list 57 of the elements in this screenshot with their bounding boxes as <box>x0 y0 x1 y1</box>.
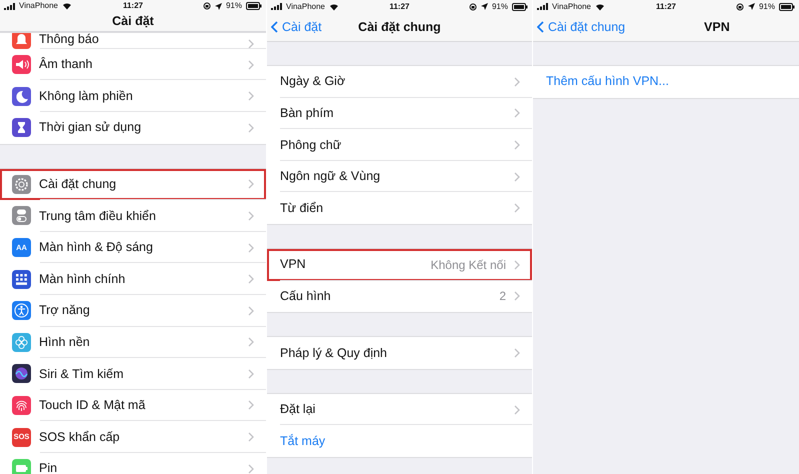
chevron-icon <box>248 337 254 348</box>
chevron-icon <box>514 260 520 270</box>
rotation-lock-icon <box>202 2 211 10</box>
settings-row[interactable]: Cài đặt chung <box>0 168 266 200</box>
chevron-icon <box>248 400 254 410</box>
signal-icon <box>537 3 548 10</box>
chevron-icon <box>514 140 520 150</box>
signal-icon <box>4 2 15 10</box>
screen-title: Cài đặt <box>111 13 155 30</box>
signal-icon <box>271 3 282 10</box>
carrier-name: VinaPhone <box>19 0 58 12</box>
screen-title: Cài đặt chung <box>357 18 442 36</box>
chevron-icon <box>248 432 254 442</box>
chevron-icon <box>248 242 254 253</box>
chevron-icon <box>248 91 254 102</box>
back-icon <box>271 21 278 33</box>
status-time: 11:27 <box>122 0 144 12</box>
location-icon <box>748 3 755 10</box>
location-icon <box>480 3 488 10</box>
chevron-icon <box>248 60 254 70</box>
location-icon <box>214 2 222 10</box>
rotation-lock-icon <box>736 2 744 10</box>
chevron-icon <box>248 464 254 474</box>
settings-row[interactable]: VPN Không Kết nối <box>267 248 532 281</box>
chevron-icon <box>514 203 520 214</box>
wifi-icon <box>62 2 72 10</box>
battery-level: 91% <box>492 0 508 12</box>
row-value: Không Kết nối <box>430 256 506 274</box>
battery-icon <box>778 2 795 10</box>
chevron-icon <box>514 172 520 182</box>
chevron-icon <box>248 122 254 133</box>
battery-icon <box>512 2 528 10</box>
status-time: 11:27 <box>654 0 677 12</box>
back-button[interactable]: Cài đặt <box>267 18 322 36</box>
chevron-icon <box>514 108 520 118</box>
battery-level: 91% <box>758 0 775 12</box>
back-button[interactable]: Cài đặt chung <box>533 18 626 36</box>
battery-level: 91% <box>226 0 242 12</box>
chevron-icon <box>248 38 254 49</box>
chevron-icon <box>514 291 520 302</box>
chevron-icon <box>248 368 254 379</box>
wifi-icon <box>595 2 605 10</box>
chevron-icon <box>248 179 254 190</box>
chevron-icon <box>514 76 520 87</box>
chevron-icon <box>514 404 520 415</box>
chevron-icon <box>248 306 254 316</box>
carrier-name: VinaPhone <box>286 0 325 12</box>
status-time: 11:27 <box>388 0 410 12</box>
wifi-icon <box>329 2 339 10</box>
carrier-name: VinaPhone <box>552 0 591 12</box>
chevron-icon <box>248 210 254 221</box>
row-value: 2 <box>499 288 506 306</box>
chevron-icon <box>514 348 520 358</box>
chevron-icon <box>248 274 254 284</box>
rotation-lock-icon <box>468 2 477 10</box>
battery-icon <box>246 2 262 10</box>
back-icon <box>537 21 544 33</box>
